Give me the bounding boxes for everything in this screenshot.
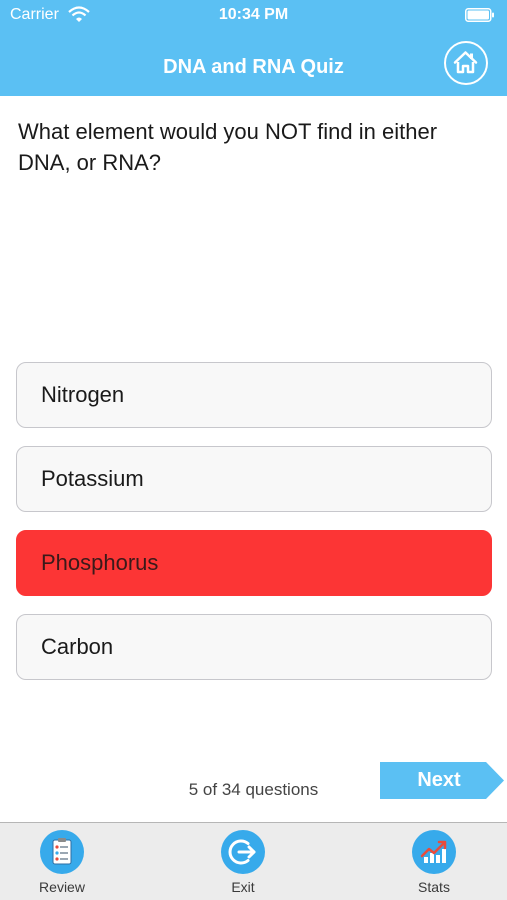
- exit-icon-circle: [221, 830, 265, 874]
- clipboard-icon: [52, 838, 72, 865]
- next-button[interactable]: Next: [380, 762, 504, 799]
- tab-exit-label: Exit: [231, 879, 255, 895]
- tab-exit[interactable]: Exit: [188, 823, 298, 900]
- status-bar: Carrier 10:34 PM: [0, 0, 507, 32]
- tab-review-label: Review: [39, 879, 85, 895]
- header-bar: Carrier 10:34 PM DNA and RNA Quiz: [0, 0, 507, 96]
- battery-icon: [465, 8, 494, 22]
- home-button[interactable]: [444, 41, 488, 85]
- review-icon-circle: [40, 830, 84, 874]
- stats-icon-circle: [412, 830, 456, 874]
- answer-option-carbon[interactable]: Carbon: [16, 614, 492, 680]
- tab-review[interactable]: Review: [7, 823, 117, 900]
- home-icon: [453, 51, 478, 74]
- exit-icon: [228, 839, 256, 865]
- page-title: DNA and RNA Quiz: [163, 56, 344, 78]
- tab-stats-label: Stats: [418, 879, 450, 895]
- status-time: 10:34 PM: [218, 6, 289, 23]
- answer-option-phosphorus[interactable]: Phosphorus: [16, 530, 492, 596]
- question-text: What element would you NOT find in eithe…: [18, 119, 438, 175]
- chart-icon: [420, 840, 447, 863]
- answer-option-nitrogen[interactable]: Nitrogen: [16, 362, 492, 428]
- tab-bar: Review Exit Stats: [0, 822, 507, 900]
- tab-stats[interactable]: Stats: [379, 823, 489, 900]
- next-label: Next: [417, 769, 461, 791]
- answer-option-potassium[interactable]: Potassium: [16, 446, 492, 512]
